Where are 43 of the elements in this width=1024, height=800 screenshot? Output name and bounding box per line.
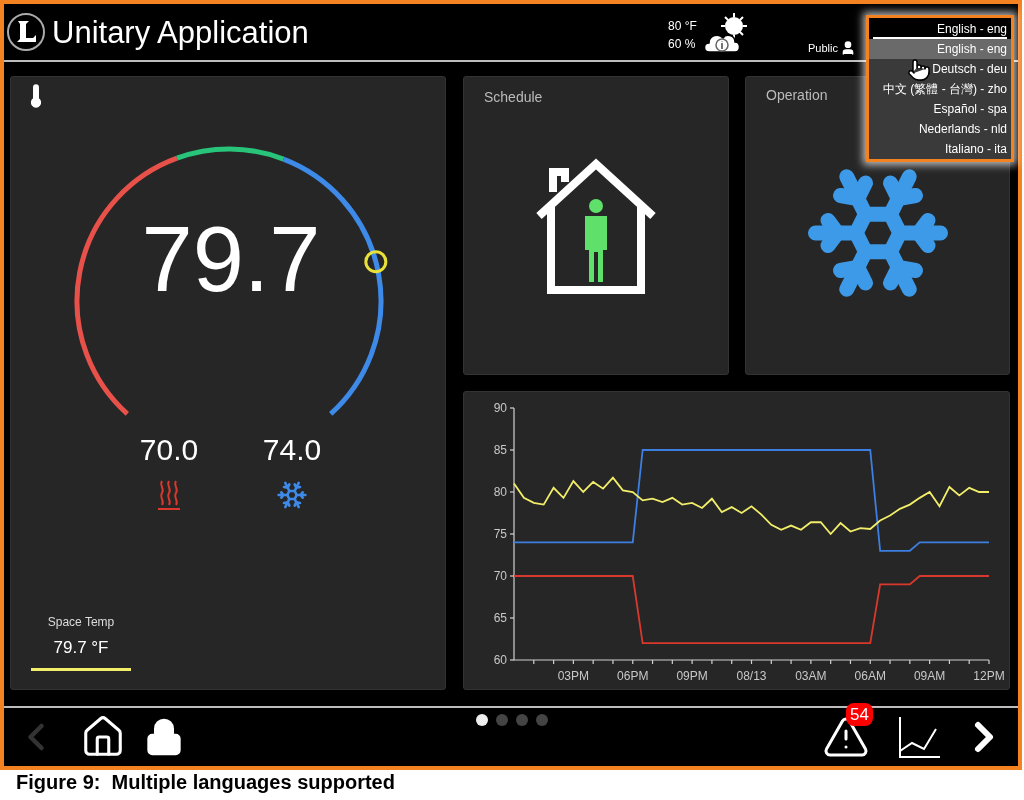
x-tick-label: 03PM — [557, 669, 590, 683]
y-tick-label: 80 — [493, 485, 507, 499]
y-tick-label: 85 — [493, 443, 507, 457]
y-tick-label: 65 — [493, 611, 507, 625]
schedule-panel[interactable]: Schedule — [463, 76, 729, 375]
gauge-marker[interactable] — [364, 250, 388, 274]
temperature-reading: 79.7 — [141, 213, 321, 305]
x-tick-label: 08/13 — [736, 669, 767, 683]
alarm-count-badge: 54 — [846, 703, 873, 726]
hand-cursor-icon — [907, 58, 931, 82]
x-tick-label: 09AM — [913, 669, 946, 683]
heat-icon — [157, 479, 181, 511]
app-title: Unitary Application — [52, 16, 309, 48]
x-tick-label: 09PM — [676, 669, 708, 683]
x-tick-label: 06AM — [854, 669, 886, 683]
heat-setpoint[interactable]: 70.0 — [139, 435, 199, 465]
space-temp-label: Space Temp — [47, 613, 115, 631]
x-tick-label: 12PM — [973, 669, 1005, 683]
y-tick-label: 90 — [493, 401, 507, 415]
operation-title: Operation — [766, 86, 828, 105]
trend-icon[interactable] — [898, 715, 942, 759]
language-option[interactable]: 中文 (繁體 - 台灣) - zho — [869, 79, 1011, 99]
logo-icon — [6, 12, 46, 52]
outdoor-humidity: 60 % — [668, 36, 697, 53]
cool-setpoint[interactable]: 74.0 — [262, 435, 322, 465]
y-tick-label: 60 — [493, 653, 507, 667]
y-tick-label: 70 — [493, 569, 507, 583]
x-tick-label: 06PM — [617, 669, 649, 683]
language-option[interactable]: Español - spa — [869, 99, 1011, 119]
language-option[interactable]: Deutsch - deu — [869, 59, 1011, 79]
x-tick-label: 03AM — [795, 669, 827, 683]
language-dropdown[interactable]: English - eng English - eng Deutsch - deu 中文 (繁體 - 台灣) - zho Español - spa Nederlands - nld Italiano - ita — [866, 15, 1014, 162]
figure-caption: Figure 9: Multiple languages supported — [15, 770, 396, 792]
user-role: Public — [808, 41, 838, 56]
schedule-title: Schedule — [484, 88, 543, 107]
snowflake-icon — [276, 479, 308, 511]
language-option[interactable]: Italiano - ita — [869, 139, 1011, 159]
outdoor-temperature: 80 °F — [668, 18, 697, 35]
language-option[interactable]: Nederlands - nld — [869, 119, 1011, 139]
lock-icon[interactable] — [144, 717, 184, 757]
y-tick-label: 75 — [493, 527, 507, 541]
space-temp-value: 79.7 °F — [53, 636, 109, 659]
language-option[interactable]: English - eng — [869, 39, 1011, 59]
